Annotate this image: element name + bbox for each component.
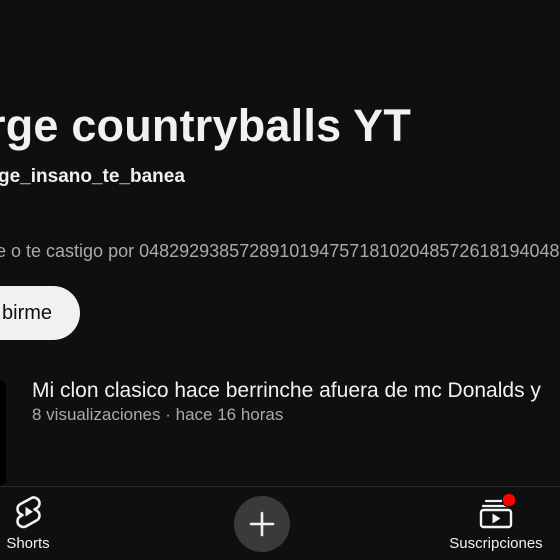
notification-dot [502,493,516,507]
subscribe-button[interactable]: birme [0,286,80,340]
subscribe-button-label: birme [2,302,53,324]
shorts-icon [16,496,41,529]
nav-item-shorts[interactable]: Shorts [0,487,56,560]
channel-handle[interactable]: ge_insano_te_banea [0,166,185,188]
bottom-navigation: Shorts Suscripciones [0,486,560,560]
channel-name: rge countryballs YT [0,100,412,151]
video-meta: 8 visualizaciones · hace 16 horas [32,405,284,424]
video-thumbnail[interactable] [0,380,6,485]
channel-page: rge countryballs YT ge_insano_te_banea e… [0,0,560,560]
plus-icon [249,511,275,537]
nav-label-shorts: Shorts [6,535,50,552]
channel-description[interactable]: e o te castigo por 048292938572891019475… [0,241,560,262]
nav-item-subscriptions[interactable]: Suscripciones [440,487,552,560]
nav-label-subscriptions: Suscripciones [449,535,543,552]
create-button[interactable] [234,496,290,552]
video-title[interactable]: Mi clon clasico hace berrinche afuera de… [32,379,541,403]
